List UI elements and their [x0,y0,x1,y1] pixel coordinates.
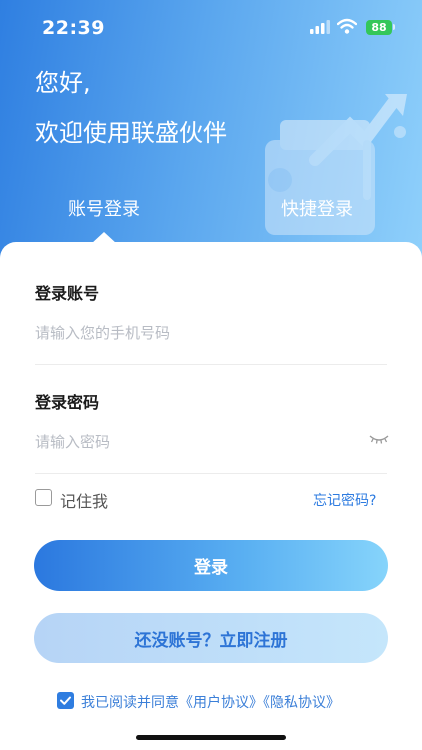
password-input[interactable] [35,427,355,457]
battery-tip [393,24,395,30]
account-divider [35,364,387,365]
agreement-prefix: 我已阅读并同意 [81,695,179,711]
eye-closed-icon[interactable] [369,433,389,445]
active-tab-indicator [91,232,117,244]
user-agreement-link[interactable]: 《用户协议》 [179,695,263,711]
agreement-text: 我已阅读并同意《用户协议》《隐私协议》 [81,692,340,712]
remember-label[interactable]: 记住我 [60,488,108,512]
password-divider [35,473,387,474]
agreement-checkbox[interactable] [57,692,74,709]
login-button[interactable]: 登录 [34,540,388,591]
battery-icon: 88 [366,20,392,35]
tab-account-login[interactable]: 账号登录 [68,195,140,221]
status-bar: 22:39 88 [0,0,422,56]
welcome-text: 欢迎使用联盛伙伴 [35,119,227,147]
phone-input[interactable] [35,318,387,348]
status-time: 22:39 [42,17,105,39]
register-button[interactable]: 还没账号？立即注册 [34,613,388,663]
remember-checkbox[interactable] [35,489,52,506]
account-label: 登录账号 [35,284,100,303]
tab-quick-login[interactable]: 快捷登录 [281,195,353,221]
password-label: 登录密码 [35,393,100,412]
greeting-text: 您好, [35,69,91,97]
finance-illustration [265,94,407,235]
forgot-password-link[interactable]: 忘记密码? [313,490,376,510]
wifi-icon [337,18,357,34]
signal-icon [310,20,330,34]
home-indicator [136,735,286,740]
privacy-agreement-link[interactable]: 《隐私协议》 [263,695,340,711]
hero-banner: 22:39 88 您好, 欢迎使用联盛伙伴 账号登录 快捷登录 [0,0,422,262]
checkmark-icon [60,696,71,705]
